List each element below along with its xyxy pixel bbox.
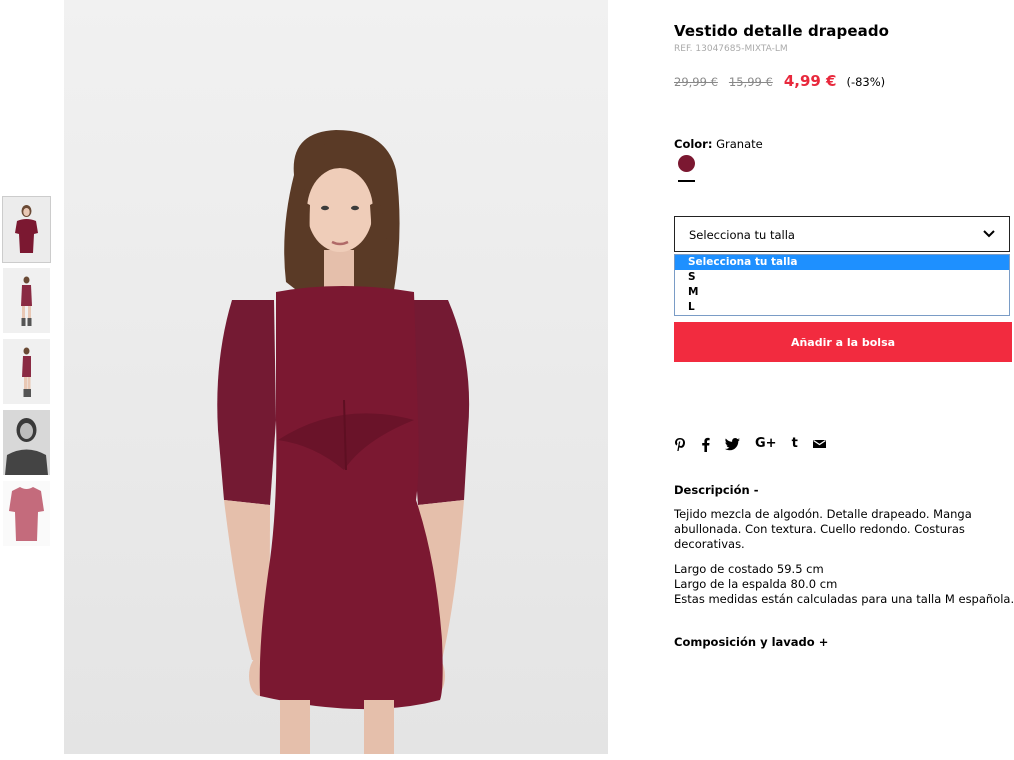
composition-toggle[interactable]: Composición y lavado +: [674, 635, 828, 649]
chevron-down-icon: [983, 230, 995, 238]
thumbnail-gallery: [2, 196, 51, 552]
original-price: 29,99 €: [674, 75, 718, 89]
email-icon[interactable]: [812, 439, 826, 449]
description-text: Tejido mezcla de algodón. Detalle drapea…: [674, 507, 972, 551]
size-option-l[interactable]: L: [675, 300, 1009, 315]
swatch-selected-indicator: [678, 180, 695, 182]
size-options-list: Selecciona tu talla S M L: [674, 254, 1010, 316]
tumblr-icon[interactable]: t: [792, 436, 798, 452]
measure-side-length: Largo de costado 59.5 cm: [674, 562, 824, 576]
product-ref: REF. 13047685-MIXTA-LM: [674, 44, 788, 54]
add-to-bag-button[interactable]: Añadir a la bolsa: [674, 322, 1012, 362]
google-plus-icon[interactable]: G+: [755, 436, 777, 452]
measure-size-note: Estas medidas están calculadas para una …: [674, 592, 1014, 606]
thumbnail-5[interactable]: [3, 481, 50, 546]
color-label: Color:: [674, 137, 713, 151]
product-title: Vestido detalle drapeado: [674, 22, 890, 40]
color-value: Granate: [716, 137, 763, 151]
discount-badge: (-83%): [846, 75, 886, 89]
thumbnail-2[interactable]: [3, 268, 50, 333]
dress-product-thumbnail-image: [3, 481, 50, 546]
price-row: 29,99 € 15,99 € 4,99 € (-83%): [674, 72, 885, 90]
facebook-icon[interactable]: [701, 437, 710, 452]
description-heading[interactable]: Descripción -: [674, 483, 758, 497]
size-option-s[interactable]: S: [675, 270, 1009, 285]
product-main-image[interactable]: [64, 0, 608, 754]
size-option-placeholder[interactable]: Selecciona tu talla: [675, 255, 1009, 270]
model-full-thumbnail-image: [3, 268, 50, 333]
current-price: 4,99 €: [783, 72, 837, 90]
thumbnail-1[interactable]: [2, 196, 51, 263]
size-select[interactable]: Selecciona tu talla: [674, 216, 1010, 252]
twitter-icon[interactable]: [725, 437, 740, 451]
size-select-value: Selecciona tu talla: [689, 228, 795, 242]
measure-back-length: Largo de la espalda 80.0 cm: [674, 577, 838, 591]
model-illustration: [217, 130, 470, 754]
color-label-row: Color: Granate: [674, 137, 763, 151]
color-swatch-granate[interactable]: [678, 155, 695, 172]
model-closeup-thumbnail-image: [3, 410, 50, 475]
social-share-row: G+ t: [674, 436, 841, 452]
model-side-thumbnail-image: [3, 339, 50, 404]
pinterest-icon[interactable]: [674, 437, 686, 452]
size-option-m[interactable]: M: [675, 285, 1009, 300]
thumbnail-3[interactable]: [3, 339, 50, 404]
measurements: Largo de costado 59.5 cm Largo de la esp…: [674, 562, 1014, 607]
previous-price: 15,99 €: [728, 75, 773, 89]
thumbnail-4[interactable]: [3, 410, 50, 475]
model-front-thumbnail-image: [3, 197, 50, 262]
